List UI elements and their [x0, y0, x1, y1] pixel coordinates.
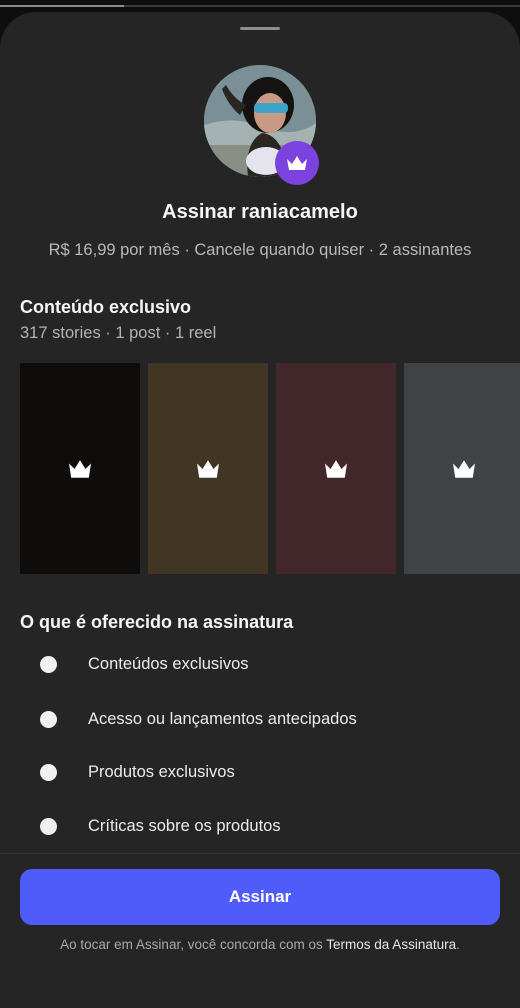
subscription-summary: R$ 16,99 por mês · Cancele quando quiser…: [48, 241, 472, 259]
crown-icon: [287, 156, 307, 170]
crown-icon: [69, 459, 91, 478]
benefit-item: Produtos exclusivos: [40, 760, 235, 784]
subscriber-badge: [275, 141, 319, 185]
bullet-icon: [40, 655, 57, 673]
subscribe-button[interactable]: Assinar: [20, 869, 500, 925]
bullet-icon: [40, 710, 57, 728]
footer-divider: [0, 853, 520, 854]
benefit-item: Críticas sobre os produtos: [40, 814, 281, 838]
terms-suffix: .: [456, 937, 460, 952]
terms-prefix: Ao tocar em Assinar, você concorda com o…: [60, 937, 327, 952]
subscription-sheet: Assinar raniacamelo R$ 16,99 por mês · C…: [0, 12, 520, 1008]
terms-link[interactable]: Termos da Assinatura: [326, 937, 456, 952]
exclusive-content-title: Conteúdo exclusivo: [20, 297, 192, 317]
benefit-item: Conteúdos exclusivos: [40, 652, 249, 676]
benefit-label: Conteúdos exclusivos: [88, 654, 249, 673]
locked-content-tile[interactable]: [276, 363, 396, 574]
benefit-label: Críticas sobre os produtos: [88, 816, 281, 835]
page-title: Assinar raniacamelo: [162, 201, 358, 223]
locked-content-tile[interactable]: [20, 363, 140, 574]
crown-icon: [197, 459, 219, 478]
bullet-icon: [40, 763, 57, 781]
locked-content-tile[interactable]: [404, 363, 520, 574]
drag-handle[interactable]: [240, 27, 280, 30]
crown-icon: [325, 459, 347, 478]
benefit-item: Acesso ou lançamentos antecipados: [40, 707, 357, 731]
benefits-title: O que é oferecido na assinatura: [20, 612, 294, 632]
locked-content-tile[interactable]: [148, 363, 268, 574]
benefit-label: Acesso ou lançamentos antecipados: [88, 709, 357, 728]
terms-notice: Ao tocar em Assinar, você concorda com o…: [0, 937, 520, 952]
top-progress-fill: [0, 5, 124, 7]
crown-icon: [453, 459, 475, 478]
exclusive-content-summary: 317 stories · 1 post · 1 reel: [20, 324, 217, 342]
bullet-icon: [40, 817, 57, 835]
benefit-label: Produtos exclusivos: [88, 762, 235, 781]
